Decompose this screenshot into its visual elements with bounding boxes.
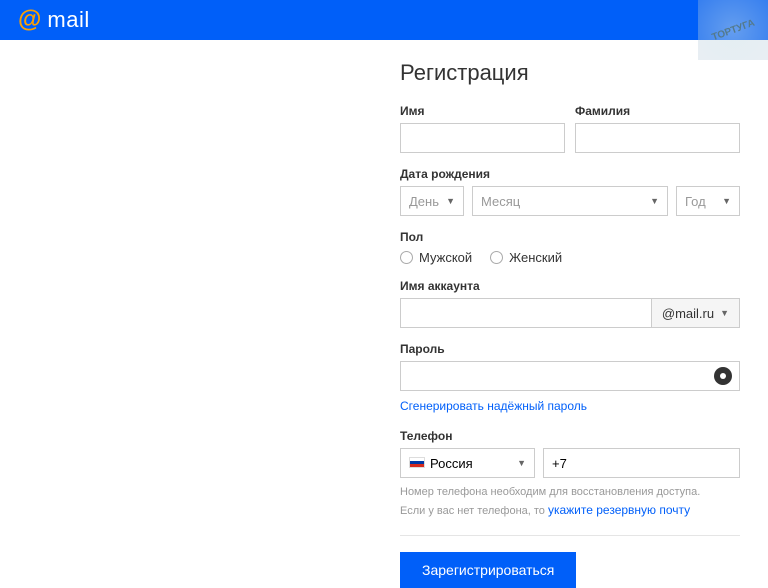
logo[interactable]: @ mail (18, 6, 90, 34)
flag-ru-icon (409, 457, 425, 468)
submit-button[interactable]: Зарегистрироваться (400, 552, 576, 588)
chevron-down-icon: ▼ (722, 196, 731, 206)
radio-icon (400, 251, 413, 264)
account-label: Имя аккаунта (400, 279, 740, 293)
gender-male-radio[interactable]: Мужской (400, 250, 472, 265)
registration-form: Регистрация Имя Фамилия Дата рождения Де… (400, 60, 740, 588)
chevron-down-icon: ▼ (446, 196, 455, 206)
logo-text: mail (47, 7, 89, 33)
page-title: Регистрация (400, 60, 740, 86)
eye-icon[interactable] (714, 367, 732, 385)
password-input[interactable] (400, 361, 740, 391)
phone-label: Телефон (400, 429, 740, 443)
dob-year-select[interactable]: Год▼ (676, 186, 740, 216)
chevron-down-icon: ▼ (650, 196, 659, 206)
header: @ mail (0, 0, 768, 40)
account-input[interactable] (400, 298, 651, 328)
gender-female-radio[interactable]: Женский (490, 250, 562, 265)
phone-hint: Номер телефона необходим для восстановле… (400, 484, 740, 519)
password-label: Пароль (400, 342, 740, 356)
phone-input[interactable] (543, 448, 740, 478)
first-name-input[interactable] (400, 123, 565, 153)
last-name-label: Фамилия (575, 104, 740, 118)
logo-at-icon: @ (18, 6, 41, 34)
dob-day-select[interactable]: День▼ (400, 186, 464, 216)
radio-icon (490, 251, 503, 264)
gender-label: Пол (400, 230, 740, 244)
chevron-down-icon: ▼ (517, 458, 526, 468)
dob-month-select[interactable]: Месяц▼ (472, 186, 668, 216)
generate-password-link[interactable]: Сгенерировать надёжный пароль (400, 399, 587, 413)
account-domain-select[interactable]: @mail.ru▼ (651, 298, 740, 328)
phone-country-select[interactable]: Россия ▼ (400, 448, 535, 478)
first-name-label: Имя (400, 104, 565, 118)
dob-label: Дата рождения (400, 167, 740, 181)
chevron-down-icon: ▼ (720, 308, 729, 318)
backup-email-link[interactable]: укажите резервную почту (548, 503, 690, 517)
last-name-input[interactable] (575, 123, 740, 153)
